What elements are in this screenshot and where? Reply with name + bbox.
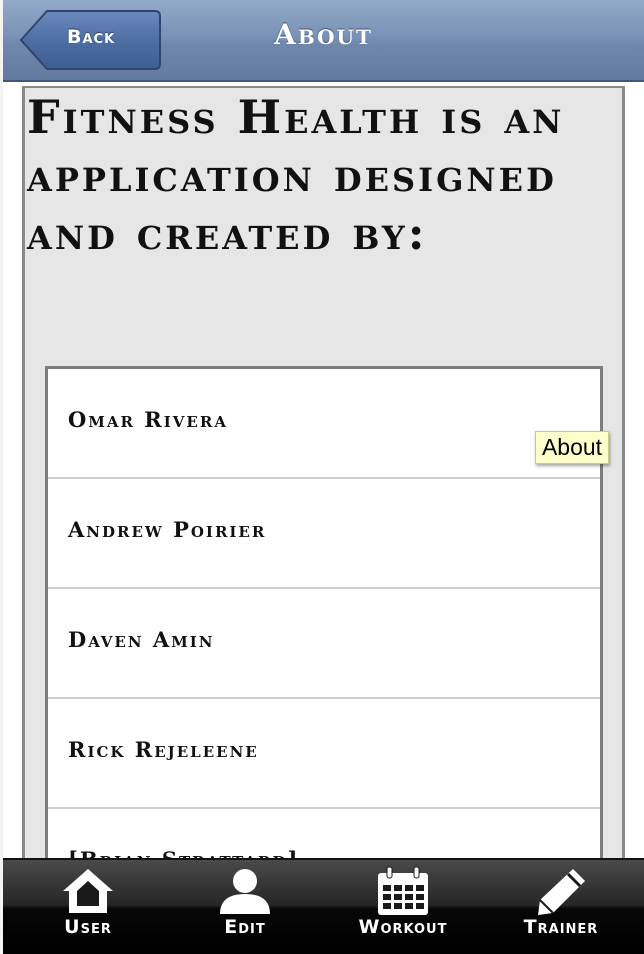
tab-user[interactable]: User: [8, 866, 168, 952]
tab-trainer[interactable]: Trainer: [481, 866, 641, 952]
list-item[interactable]: [Brian Strattard]: [48, 809, 600, 858]
tab-label: Workout: [358, 916, 448, 938]
pencil-icon: [538, 869, 585, 915]
tab-edit[interactable]: Edit: [165, 866, 325, 952]
credit-name: Andrew Poirier: [68, 517, 267, 542]
tab-label: User: [64, 916, 112, 938]
list-item[interactable]: Rick Rejeleene: [48, 699, 600, 809]
intro-text: Fitness Health is an application designe…: [27, 90, 565, 260]
credits-list: Omar Rivera Andrew Poirier Daven Amin Ri…: [45, 366, 603, 858]
left-edge: [0, 0, 3, 954]
credit-name: Omar Rivera: [68, 407, 228, 432]
tab-label: Trainer: [523, 916, 599, 938]
tab-workout[interactable]: Workout: [323, 866, 483, 952]
calendar-icon: [378, 866, 428, 915]
tab-label: Edit: [224, 916, 266, 938]
credit-name: [Brian Strattard]: [68, 847, 299, 858]
person-icon: [220, 869, 270, 914]
list-item[interactable]: Andrew Poirier: [48, 479, 600, 589]
tab-bar: User Edit Workout Trainer: [3, 858, 644, 954]
list-item[interactable]: Daven Amin: [48, 589, 600, 699]
list-item[interactable]: Omar Rivera: [48, 369, 600, 479]
content-panel: Fitness Health is an application designe…: [22, 86, 625, 858]
page-title: About: [274, 18, 373, 51]
credit-name: Rick Rejeleene: [68, 737, 259, 762]
header-bar: Back About: [3, 0, 644, 82]
tooltip: About: [535, 431, 609, 464]
home-icon: [63, 869, 113, 913]
credit-name: Daven Amin: [68, 627, 215, 652]
